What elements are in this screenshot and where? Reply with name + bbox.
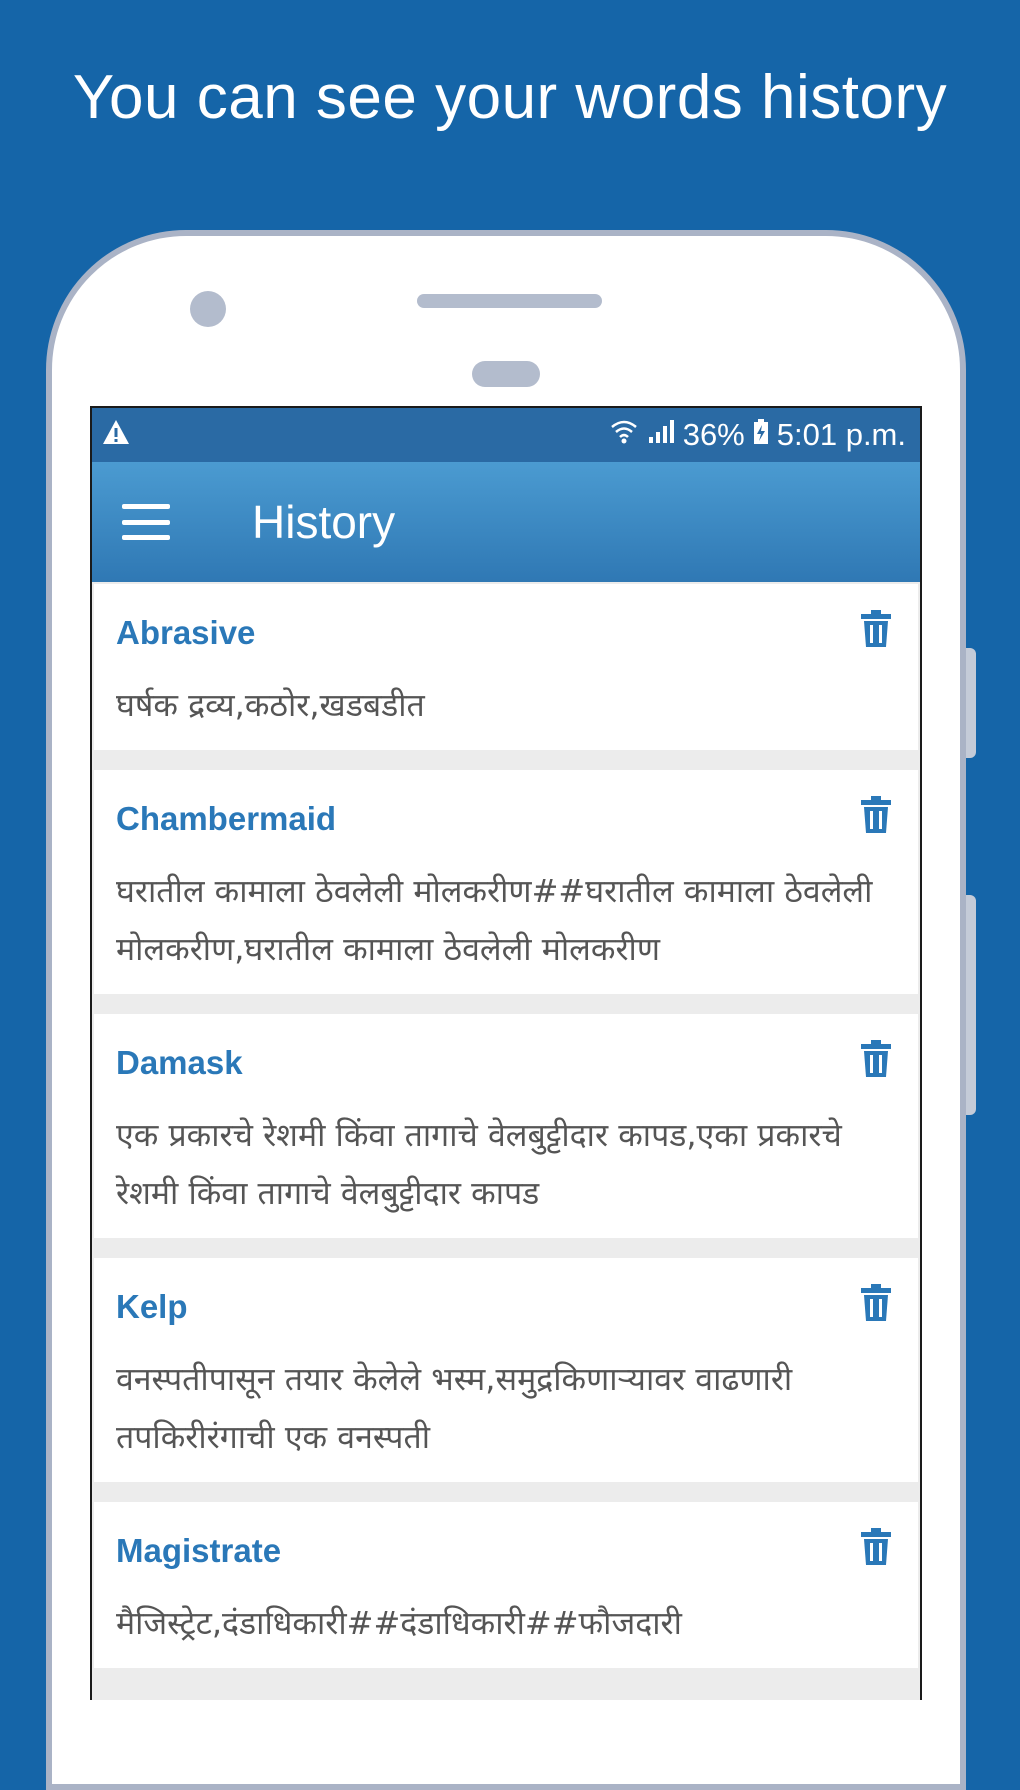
phone-speaker xyxy=(417,294,602,308)
history-meaning: घरातील कामाला ठेवलेली मोलकरीण##घरातील का… xyxy=(116,872,873,968)
history-word: Damask xyxy=(116,1044,243,1081)
history-list: Abrasive घर्षक द्रव्य,कठोर,खडबडीत Chambe… xyxy=(92,582,920,1668)
menu-icon[interactable] xyxy=(122,504,170,540)
history-word: Kelp xyxy=(116,1288,188,1325)
trash-icon[interactable] xyxy=(860,1284,892,1322)
battery-level: 36% xyxy=(682,417,745,452)
history-item[interactable]: Abrasive घर्षक द्रव्य,कठोर,खडबडीत xyxy=(94,584,918,750)
app-bar: History xyxy=(92,462,920,582)
history-meaning: वनस्पतीपासून तयार केलेले भस्म,समुद्रकिणा… xyxy=(116,1360,793,1456)
history-item[interactable]: Kelp वनस्पतीपासून तयार केलेले भस्म,समुद्… xyxy=(94,1258,918,1482)
history-word: Abrasive xyxy=(116,614,256,651)
trash-icon[interactable] xyxy=(860,1528,892,1566)
trash-icon[interactable] xyxy=(860,1040,892,1078)
app-screen: 36% 5:01 p.m. History Abrasive घर्षक द्र… xyxy=(90,406,922,1700)
history-item[interactable]: Chambermaid घरातील कामाला ठेवलेली मोलकरी… xyxy=(94,770,918,994)
history-word: Magistrate xyxy=(116,1532,282,1569)
status-bar: 36% 5:01 p.m. xyxy=(92,408,920,462)
history-meaning: एक प्रकारचे रेशमी किंवा तागाचे वेलबुट्टी… xyxy=(116,1116,842,1212)
phone-sensor xyxy=(472,361,540,387)
phone-side-button xyxy=(966,895,976,1115)
history-word: Chambermaid xyxy=(116,800,337,837)
phone-camera xyxy=(190,291,226,327)
phone-side-button xyxy=(966,648,976,758)
history-item[interactable]: Damask एक प्रकारचे रेशमी किंवा तागाचे वे… xyxy=(94,1014,918,1238)
signal-icon xyxy=(647,417,675,453)
history-item[interactable]: Magistrate मैजिस्ट्रेट,दंडाधिकारी##दंडाध… xyxy=(94,1502,918,1668)
page-title: History xyxy=(252,496,396,548)
battery-icon xyxy=(753,417,769,453)
history-meaning: घर्षक द्रव्य,कठोर,खडबडीत xyxy=(116,686,425,724)
warning-icon xyxy=(102,417,130,453)
history-meaning: मैजिस्ट्रेट,दंडाधिकारी##दंडाधिकारी##फौजद… xyxy=(116,1604,682,1642)
trash-icon[interactable] xyxy=(860,610,892,648)
wifi-icon xyxy=(609,417,639,453)
clock: 5:01 p.m. xyxy=(776,417,906,452)
trash-icon[interactable] xyxy=(860,796,892,834)
promo-title: You can see your words history xyxy=(72,63,948,132)
